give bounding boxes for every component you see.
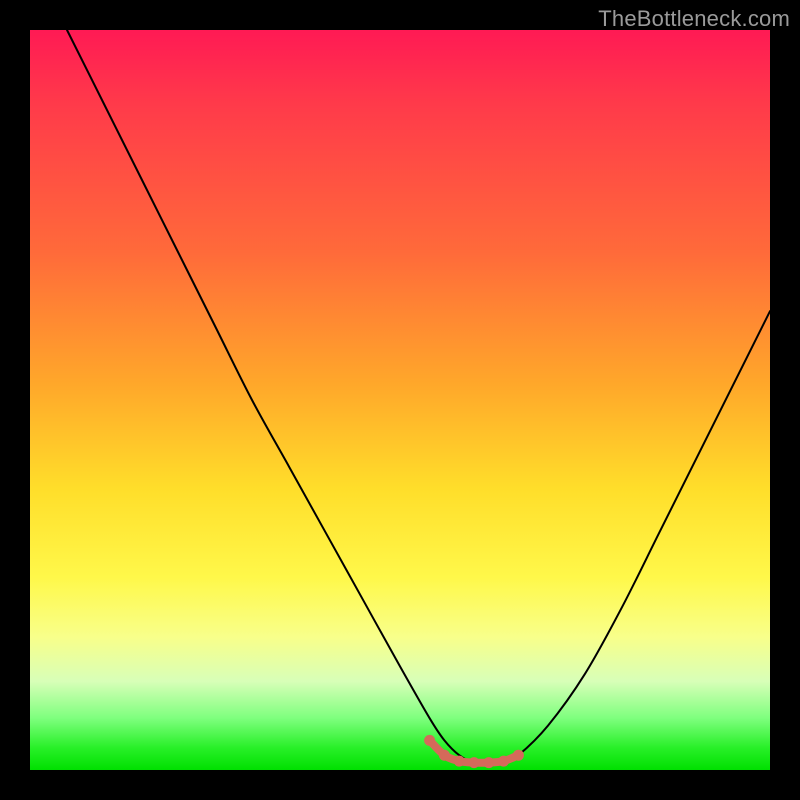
watermark-text: TheBottleneck.com bbox=[598, 6, 790, 32]
highlight-dot bbox=[483, 757, 494, 768]
main-curve bbox=[67, 30, 770, 763]
chart-stage: TheBottleneck.com bbox=[0, 0, 800, 800]
plot-area bbox=[30, 30, 770, 770]
highlight-dot bbox=[454, 756, 465, 767]
highlight-dot bbox=[513, 750, 524, 761]
highlight-dot bbox=[469, 757, 480, 768]
highlight-dot bbox=[424, 735, 435, 746]
curve-svg bbox=[30, 30, 770, 770]
highlight-dot bbox=[439, 750, 450, 761]
highlight-dot bbox=[498, 756, 509, 767]
bottom-marker-group bbox=[424, 735, 524, 768]
